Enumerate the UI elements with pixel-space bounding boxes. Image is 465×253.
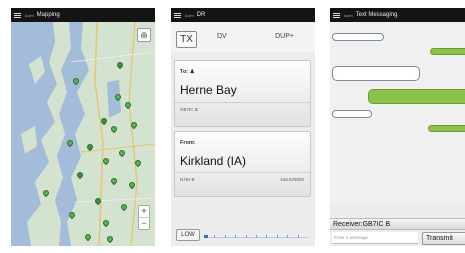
from-frequency: 443.575000	[280, 177, 304, 182]
map-view[interactable]: ⊕ + −	[11, 22, 155, 246]
duplex-label: DUP+	[275, 33, 294, 40]
from-card[interactable]: From: Kirkland (IA) N7IH B 443.575000	[174, 131, 311, 197]
meter-tick	[235, 235, 237, 238]
to-card[interactable]: To: ♟ Herne Bay GB7IC B	[174, 60, 311, 127]
screen-title: Mapping	[36, 12, 60, 18]
menu-icon[interactable]	[14, 12, 21, 18]
dr-header: TX DV DUP+	[171, 22, 315, 52]
locate-icon[interactable]: ⊕	[137, 28, 151, 42]
incoming-message	[332, 66, 420, 81]
outgoing-message	[368, 89, 465, 104]
outgoing-message	[430, 48, 465, 55]
text-messaging-screen: Icom Text Messaging Receiver:GB7IC B Tra…	[330, 8, 465, 246]
to-repeater-name: Herne Bay	[180, 83, 237, 97]
mode-label: DV	[217, 33, 227, 40]
app-tag: Icom	[185, 12, 194, 18]
message-list[interactable]	[330, 22, 465, 206]
person-icon: ♟	[189, 69, 195, 75]
menu-icon[interactable]	[333, 12, 340, 18]
screen-title: DR	[196, 12, 206, 18]
incoming-message	[332, 33, 384, 41]
from-label: From:	[180, 140, 196, 146]
message-input[interactable]	[332, 232, 418, 244]
divider	[175, 172, 310, 173]
outgoing-message	[428, 125, 465, 132]
meter-tick	[276, 235, 278, 238]
tx-button[interactable]: TX	[176, 31, 197, 48]
meter-tick	[297, 235, 299, 238]
divider	[175, 102, 310, 103]
app-bar: Icom Mapping	[11, 8, 155, 22]
dr-screen: Icom DR TX DV DUP+ To: ♟ Herne Bay GB7IC…	[171, 8, 315, 246]
signal-meter	[204, 235, 308, 238]
from-repeater-name: Kirkland (IA)	[180, 154, 247, 168]
to-callsign: GB7IC B	[180, 107, 198, 112]
zoom-out-button[interactable]: −	[139, 217, 149, 229]
app-bar: Icom DR	[171, 8, 315, 22]
meter-tick	[287, 235, 289, 238]
app-tag: Icom	[25, 12, 34, 18]
power-button[interactable]: LOW	[176, 229, 200, 241]
meter-tick	[245, 235, 247, 238]
zoom-control: + −	[138, 205, 150, 230]
from-callsign: N7IH B	[180, 177, 195, 182]
mapping-screen: Icom Mapping ⊕ + −	[11, 8, 155, 246]
menu-icon[interactable]	[174, 12, 181, 18]
app-tag: Icom	[344, 12, 353, 18]
meter-tick	[224, 235, 226, 238]
receiver-selector[interactable]: Receiver:GB7IC B	[330, 218, 465, 230]
app-bar: Icom Text Messaging	[330, 8, 465, 22]
signal-meter-fill	[204, 235, 209, 238]
transmit-button[interactable]: Transmit	[422, 232, 465, 245]
zoom-in-button[interactable]: +	[139, 206, 149, 217]
meter-tick	[266, 235, 268, 238]
screen-title: Text Messaging	[355, 12, 398, 18]
map-canvas	[11, 22, 155, 246]
incoming-message	[332, 110, 372, 118]
meter-tick	[256, 235, 257, 238]
to-label: To: ♟	[180, 69, 195, 75]
meter-tick	[214, 235, 216, 238]
